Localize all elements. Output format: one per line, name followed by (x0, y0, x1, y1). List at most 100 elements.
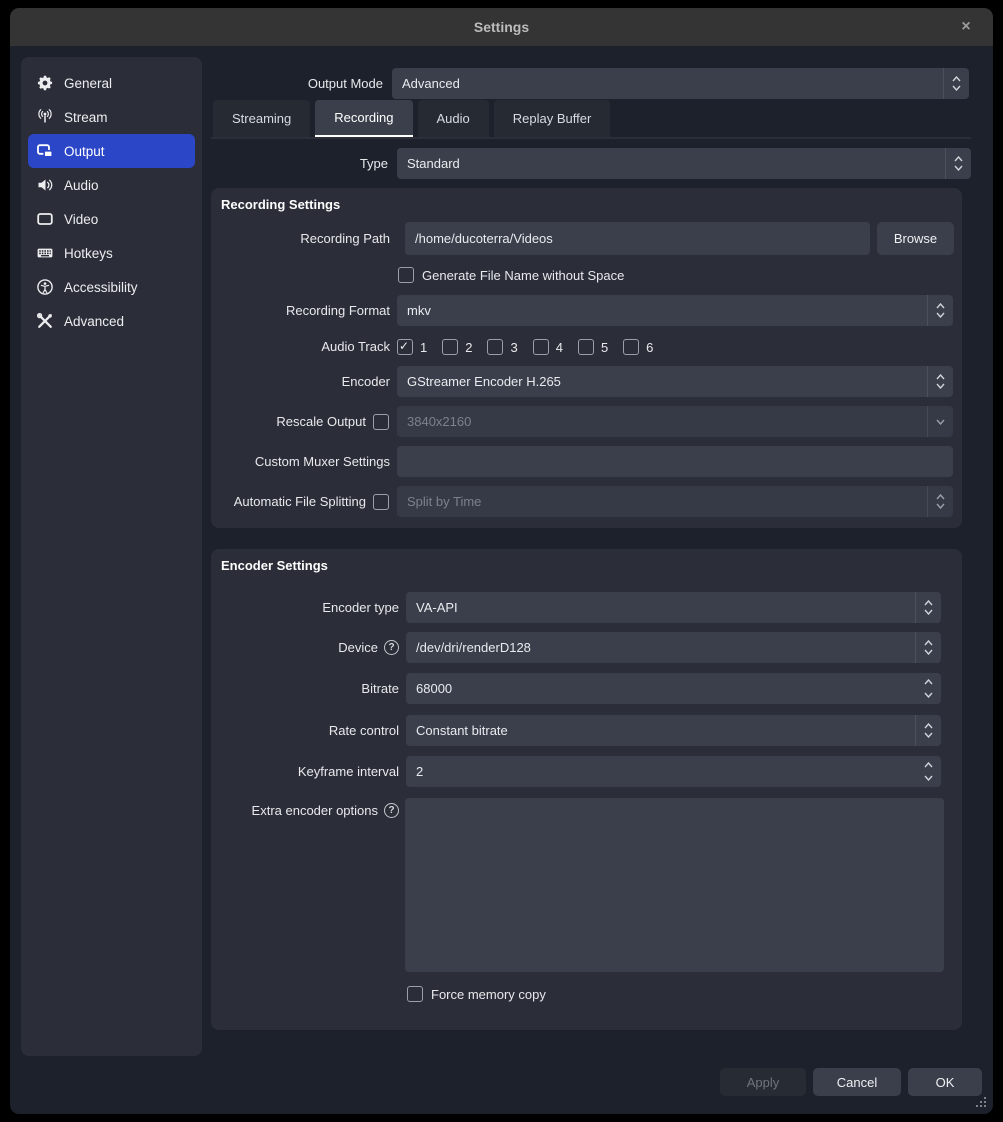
tab-streaming[interactable]: Streaming (213, 100, 310, 137)
bitrate-value: 68000 (416, 681, 452, 696)
auto-split-label: Automatic File Splitting (211, 486, 366, 517)
sidebar-item-label: Advanced (64, 314, 124, 329)
dialog-footer: Apply Cancel OK (720, 1068, 982, 1096)
recording-format-value: mkv (407, 303, 431, 318)
apply-button[interactable]: Apply (720, 1068, 806, 1096)
ok-button[interactable]: OK (908, 1068, 982, 1096)
auto-split-checkbox[interactable] (373, 494, 389, 510)
audio-track-row: 1 2 3 4 5 6 (397, 339, 653, 355)
down-chevron-icon (927, 406, 953, 437)
settings-sidebar: General Stream Output Audio Video Hotkey… (21, 57, 202, 1056)
tab-replay-buffer[interactable]: Replay Buffer (494, 100, 611, 137)
device-value: /dev/dri/renderD128 (416, 640, 531, 655)
audio-track-4-checkbox[interactable] (533, 339, 549, 355)
sidebar-item-hotkeys[interactable]: Hotkeys (28, 236, 195, 270)
generate-no-space-label: Generate File Name without Space (422, 268, 624, 283)
sidebar-item-general[interactable]: General (28, 66, 195, 100)
device-label-row: Device ? (211, 632, 399, 663)
audio-track-6-checkbox[interactable] (623, 339, 639, 355)
recording-format-label: Recording Format (211, 295, 390, 326)
encoder-label: Encoder (211, 366, 390, 397)
recording-path-value: /home/ducoterra/Videos (415, 231, 553, 246)
sidebar-item-label: Video (64, 212, 98, 227)
sidebar-item-accessibility[interactable]: Accessibility (28, 270, 195, 304)
spinner-arrows-icon[interactable] (916, 673, 941, 704)
rescale-output-label: Rescale Output (211, 406, 366, 437)
tab-recording[interactable]: Recording (315, 100, 412, 137)
recording-settings-panel: Recording Settings Recording Path /home/… (211, 188, 962, 528)
settings-window: Settings × General Stream Output Audio V… (10, 8, 993, 1114)
window-title: Settings (474, 19, 529, 35)
device-label: Device (338, 640, 378, 655)
sidebar-item-audio[interactable]: Audio (28, 168, 195, 202)
sidebar-item-output[interactable]: Output (28, 134, 195, 168)
encoder-type-label: Encoder type (211, 592, 399, 623)
sidebar-item-advanced[interactable]: Advanced (28, 304, 195, 338)
output-icon (37, 143, 53, 159)
updown-chevrons-icon (943, 68, 969, 99)
audio-track-5-checkbox[interactable] (578, 339, 594, 355)
type-value: Standard (407, 156, 460, 171)
updown-chevrons-icon (927, 486, 953, 517)
updown-chevrons-icon (915, 592, 941, 623)
encoder-settings-title: Encoder Settings (221, 558, 328, 573)
encoder-type-select[interactable]: VA-API (406, 592, 941, 623)
force-memory-copy-row: Force memory copy (407, 986, 546, 1002)
tools-icon (37, 313, 53, 329)
output-settings-main: Output Mode Advanced Streaming Recording… (211, 57, 971, 1057)
help-icon[interactable]: ? (384, 803, 399, 818)
custom-muxer-label: Custom Muxer Settings (211, 446, 390, 477)
recording-path-input[interactable]: /home/ducoterra/Videos (405, 222, 870, 255)
rate-control-select[interactable]: Constant bitrate (406, 715, 941, 746)
audio-track-1-checkbox[interactable] (397, 339, 413, 355)
resize-grip[interactable] (974, 1095, 986, 1107)
close-icon[interactable]: × (953, 15, 979, 39)
tab-audio[interactable]: Audio (418, 100, 489, 137)
tabs-separator (211, 137, 971, 139)
output-mode-label: Output Mode (211, 68, 383, 99)
bitrate-label: Bitrate (211, 673, 399, 704)
force-memory-copy-checkbox[interactable] (407, 986, 423, 1002)
sidebar-item-label: General (64, 76, 112, 91)
rate-control-value: Constant bitrate (416, 723, 508, 738)
sidebar-item-stream[interactable]: Stream (28, 100, 195, 134)
type-label: Type (211, 148, 388, 179)
custom-muxer-input[interactable] (397, 446, 953, 477)
type-select[interactable]: Standard (397, 148, 971, 179)
bitrate-spinner[interactable]: 68000 (406, 673, 941, 704)
output-mode-select[interactable]: Advanced (392, 68, 969, 99)
sidebar-item-label: Accessibility (64, 280, 138, 295)
rescale-output-checkbox[interactable] (373, 414, 389, 430)
audio-track-2-checkbox[interactable] (442, 339, 458, 355)
sidebar-item-label: Stream (64, 110, 108, 125)
extra-options-label-row: Extra encoder options ? (211, 801, 399, 819)
auto-split-mode-value: Split by Time (407, 494, 481, 509)
rate-control-label: Rate control (211, 715, 399, 746)
help-icon[interactable]: ? (384, 640, 399, 655)
keyframe-interval-label: Keyframe interval (211, 756, 399, 787)
browse-button[interactable]: Browse (877, 222, 954, 255)
cancel-button[interactable]: Cancel (813, 1068, 901, 1096)
rescale-resolution-select: 3840x2160 (397, 406, 953, 437)
recording-settings-title: Recording Settings (221, 197, 340, 212)
accessibility-icon (37, 279, 53, 295)
force-memory-copy-label: Force memory copy (431, 987, 546, 1002)
audio-track-label: Audio Track (211, 339, 390, 355)
monitor-icon (37, 211, 53, 227)
speaker-icon (37, 177, 53, 193)
keyframe-interval-value: 2 (416, 764, 423, 779)
recording-format-select[interactable]: mkv (397, 295, 953, 326)
device-select[interactable]: /dev/dri/renderD128 (406, 632, 941, 663)
recording-path-label: Recording Path (211, 222, 390, 255)
encoder-type-value: VA-API (416, 600, 458, 615)
output-mode-value: Advanced (402, 76, 460, 91)
generate-no-space-checkbox[interactable] (398, 267, 414, 283)
spinner-arrows-icon[interactable] (916, 756, 941, 787)
audio-track-3-checkbox[interactable] (487, 339, 503, 355)
keyframe-interval-spinner[interactable]: 2 (406, 756, 941, 787)
sidebar-item-video[interactable]: Video (28, 202, 195, 236)
encoder-select[interactable]: GStreamer Encoder H.265 (397, 366, 953, 397)
extra-options-textarea[interactable] (405, 798, 944, 972)
extra-options-label: Extra encoder options (252, 803, 378, 818)
output-tabs: Streaming Recording Audio Replay Buffer (213, 100, 610, 137)
